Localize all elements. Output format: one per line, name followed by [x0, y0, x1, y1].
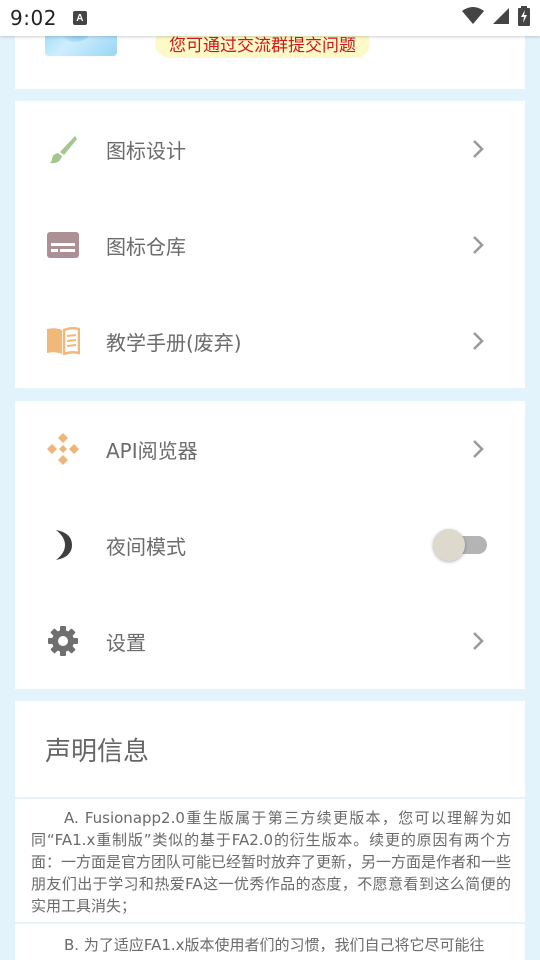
menu-item-label: 设置	[106, 630, 146, 655]
divider	[15, 922, 525, 924]
menu-item-tutorial[interactable]: 教学手册(废弃)	[15, 293, 525, 389]
status-icons	[462, 6, 530, 30]
menu-item-label: 教学手册(废弃)	[106, 330, 242, 355]
menu-item-label: 夜间模式	[106, 534, 186, 559]
gear-icon	[45, 623, 81, 659]
menu-item-icon-repository[interactable]: 图标仓库	[15, 197, 525, 293]
menu-item-label: API阅览器	[106, 438, 198, 463]
menu-item-settings[interactable]: 设置	[15, 593, 525, 689]
paintbrush-icon	[45, 131, 81, 167]
status-time: 9:02	[10, 6, 57, 30]
menu-item-night-mode[interactable]: 夜间模式	[15, 497, 525, 593]
chevron-right-icon	[471, 234, 485, 256]
chevron-right-icon	[471, 630, 485, 652]
statement-paragraph: B. 为了适应FA1.x版本使用者们的习惯，我们自己将它尽可能往	[64, 936, 485, 954]
chevron-right-icon	[471, 138, 485, 160]
menu-item-label: 图标设计	[106, 138, 186, 163]
status-bar: 9:02 A	[0, 0, 540, 36]
chevron-right-icon	[471, 438, 485, 460]
battery-charging-icon	[518, 6, 530, 30]
open-book-icon	[45, 323, 81, 359]
wifi-icon	[462, 7, 484, 29]
cell-signal-icon	[492, 7, 510, 29]
menu-item-icon-design[interactable]: 图标设计	[15, 101, 525, 197]
notification-icon: A	[72, 11, 87, 25]
chevron-right-icon	[471, 330, 485, 352]
statement-paragraph: A. Fusionapp2.0重生版属于第三方续更版本，您可以理解为如同“FA1…	[31, 809, 512, 915]
toggle-thumb	[433, 529, 465, 561]
moon-icon	[45, 527, 81, 563]
statement-card: 声明信息 A. Fusionapp2.0重生版属于第三方续更版本，您可以理解为如…	[15, 701, 525, 960]
api-diamond-icon	[45, 431, 81, 467]
menu-item-api-viewer[interactable]: API阅览器	[15, 401, 525, 497]
menu-item-label: 图标仓库	[106, 234, 186, 259]
storage-box-icon	[45, 227, 81, 263]
divider	[15, 797, 525, 799]
night-mode-toggle[interactable]	[433, 529, 489, 561]
menu-card-settings: API阅览器 夜间模式 设置	[15, 401, 525, 689]
statement-title: 声明信息	[45, 737, 150, 767]
menu-card-tools: 图标设计 图标仓库 教学手册(废弃)	[15, 101, 525, 388]
